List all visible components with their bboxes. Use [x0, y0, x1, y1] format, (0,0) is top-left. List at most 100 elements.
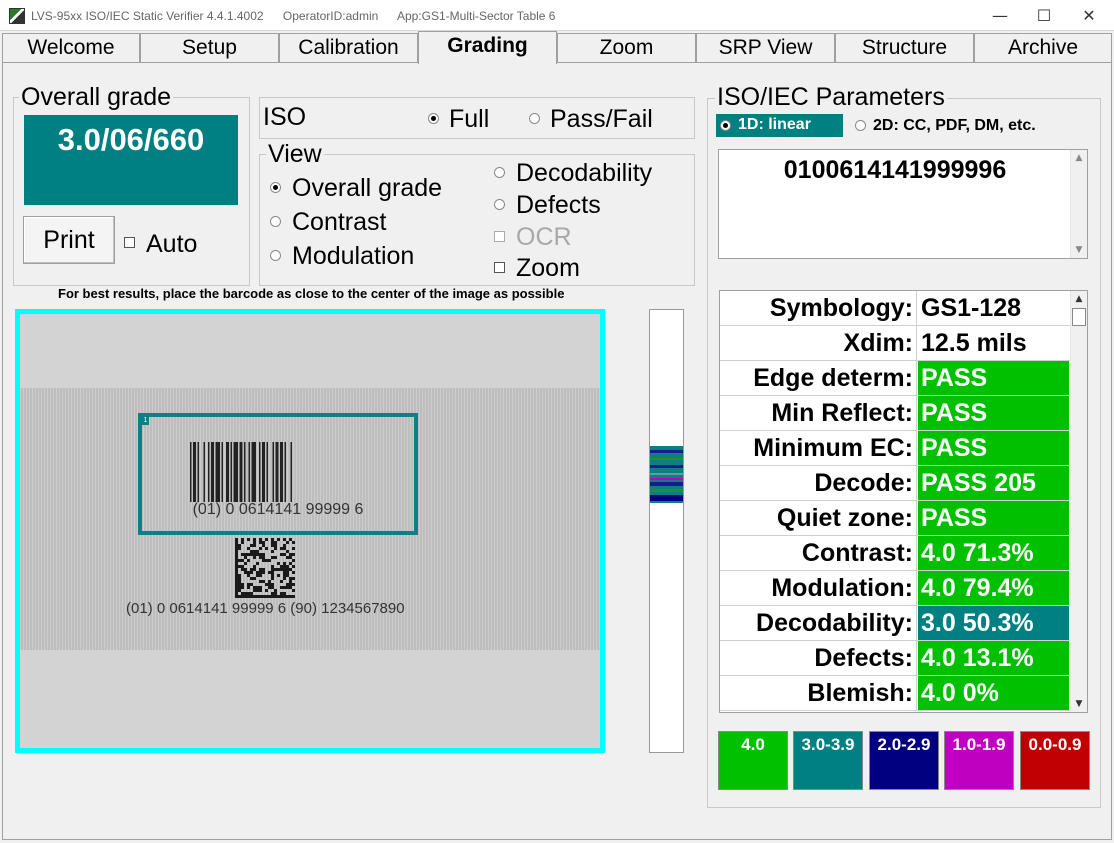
- view-decodability-label[interactable]: Decodability: [516, 159, 652, 187]
- datamatrix-barcode: [235, 538, 295, 598]
- parameter-name: Minimum EC:: [720, 431, 917, 466]
- parameter-row: Decodability: 3.0 50.3%: [720, 606, 1070, 641]
- close-button[interactable]: ✕: [1066, 0, 1112, 31]
- parameter-name: Decodability:: [720, 606, 917, 641]
- parameter-value: 4.0 13.1%: [918, 641, 1069, 675]
- view-contrast-label[interactable]: Contrast: [292, 208, 386, 236]
- parameter-value: PASS: [918, 396, 1069, 430]
- parameter-row: Defects: 4.0 13.1%: [720, 641, 1070, 676]
- parameter-value: 3.0 50.3%: [918, 606, 1069, 640]
- barcode-1-hri: (01) 0 0614141 99999 6: [192, 501, 364, 518]
- parameter-row: Blemish: 4.0 0%: [720, 676, 1070, 711]
- mode-1d-radio[interactable]: [720, 120, 731, 131]
- tab-setup[interactable]: Setup: [140, 33, 279, 62]
- view-decodability-radio[interactable]: [494, 167, 505, 178]
- mode-1d-label[interactable]: 1D: linear: [738, 116, 811, 134]
- view-defects-label[interactable]: Defects: [516, 191, 601, 219]
- view-zoom-checkbox[interactable]: [494, 262, 505, 273]
- parameter-row: Xdim: 12.5 mils: [720, 326, 1070, 361]
- overall-grade-label: Overall grade: [19, 83, 174, 111]
- overall-grade-value: 3.0/06/660: [24, 115, 238, 205]
- iso-passfail-label[interactable]: Pass/Fail: [550, 105, 653, 133]
- iso-full-label[interactable]: Full: [449, 105, 489, 133]
- table-scroll-up-icon[interactable]: ▲: [1071, 291, 1087, 307]
- iso-passfail-radio[interactable]: [529, 113, 540, 124]
- parameter-value: 4.0 0%: [918, 676, 1069, 710]
- parameter-name: Quiet zone:: [720, 501, 917, 536]
- barcode-image-view[interactable]: 1 (01) 0 0614141 99999 6 (01) 0 0614141 …: [15, 309, 605, 753]
- tab-structure[interactable]: Structure: [835, 33, 974, 62]
- parameter-name: Blemish:: [720, 676, 917, 711]
- parameter-row: Min Reflect: PASS: [720, 396, 1070, 431]
- parameter-row: Contrast: 4.0 71.3%: [720, 536, 1070, 571]
- title-bar: LVS-95xx ISO/IEC Static Verifier 4.4.1.4…: [0, 0, 1114, 31]
- view-modulation-label[interactable]: Modulation: [292, 242, 414, 270]
- auto-checkbox[interactable]: [124, 237, 135, 248]
- view-overall-radio[interactable]: [270, 182, 281, 193]
- scan-profile-strip: [649, 309, 684, 753]
- parameter-name: Decode:: [720, 466, 917, 501]
- mode-2d-label[interactable]: 2D: CC, PDF, DM, etc.: [873, 117, 1036, 135]
- tab-welcome[interactable]: Welcome: [2, 33, 140, 62]
- iso-label: ISO: [263, 103, 307, 131]
- tab-archive[interactable]: Archive: [974, 33, 1112, 62]
- print-button[interactable]: Print: [23, 216, 115, 264]
- tab-calibration[interactable]: Calibration: [279, 33, 418, 62]
- parameter-row: Quiet zone: PASS: [720, 501, 1070, 536]
- placement-hint: For best results, place the barcode as c…: [58, 286, 565, 301]
- iso-full-radio[interactable]: [428, 113, 439, 124]
- view-modulation-radio[interactable]: [270, 250, 281, 261]
- view-contrast-radio[interactable]: [270, 216, 281, 227]
- parameter-value: 4.0 79.4%: [918, 571, 1069, 605]
- parameter-row: Decode: PASS 205: [720, 466, 1070, 501]
- parameter-value: 12.5 mils: [918, 326, 1069, 360]
- window-title-table: App:GS1-Multi-Sector Table 6: [396, 9, 556, 23]
- scroll-down-icon[interactable]: ▼: [1071, 242, 1087, 258]
- window-title: LVS-95xx ISO/IEC Static Verifier 4.4.1.4…: [31, 9, 571, 23]
- parameter-value: PASS: [918, 501, 1069, 535]
- legend-grade-1: 1.0-1.9: [944, 731, 1014, 790]
- iso-parameters-label: ISO/IEC Parameters: [715, 83, 947, 111]
- tab-bar: Welcome Setup Calibration Grading Zoom S…: [0, 31, 1114, 64]
- parameter-name: Edge determ:: [720, 361, 917, 396]
- decoded-scrollbar[interactable]: ▲ ▼: [1070, 150, 1087, 258]
- parameter-name: Min Reflect:: [720, 396, 917, 431]
- scroll-thumb[interactable]: [1072, 308, 1086, 326]
- table-scroll-down-icon[interactable]: ▼: [1071, 696, 1087, 712]
- parameter-value: 4.0 71.3%: [918, 536, 1069, 570]
- legend-grade-2: 2.0-2.9: [869, 731, 939, 790]
- tab-zoom[interactable]: Zoom: [557, 33, 696, 62]
- parameter-value: GS1-128: [918, 291, 1069, 325]
- scan-profile-lines: [650, 446, 683, 503]
- tab-srp-view[interactable]: SRP View: [696, 33, 835, 62]
- view-label: View: [266, 140, 324, 168]
- minimize-button[interactable]: —: [977, 0, 1023, 31]
- view-ocr-checkbox: [494, 231, 505, 242]
- parameter-name: Symbology:: [720, 291, 917, 326]
- legend-grade-4: 4.0: [718, 731, 788, 790]
- parameter-name: Xdim:: [720, 326, 917, 361]
- view-defects-radio[interactable]: [494, 199, 505, 210]
- decoded-data-box[interactable]: 0100614141999996 ▲ ▼: [718, 149, 1088, 259]
- parameter-name: Defects:: [720, 641, 917, 676]
- view-zoom-label[interactable]: Zoom: [516, 254, 580, 282]
- legend-grade-0: 0.0-0.9: [1020, 731, 1090, 790]
- parameter-name: Modulation:: [720, 571, 917, 606]
- region-of-interest[interactable]: 1 (01) 0 0614141 99999 6: [138, 413, 418, 535]
- tab-grading[interactable]: Grading: [418, 31, 557, 64]
- parameter-value: PASS: [918, 431, 1069, 465]
- scroll-up-icon[interactable]: ▲: [1071, 150, 1087, 166]
- parameter-row: Symbology: GS1-128: [720, 291, 1070, 326]
- parameter-row: Edge determ: PASS: [720, 361, 1070, 396]
- view-overall-label[interactable]: Overall grade: [292, 174, 442, 202]
- parameter-name: Contrast:: [720, 536, 917, 571]
- mode-2d-radio[interactable]: [855, 120, 866, 131]
- decoded-data: 0100614141999996: [783, 156, 1007, 184]
- linear-barcode: [190, 442, 292, 502]
- parameter-scrollbar[interactable]: ▲ ▼: [1070, 291, 1087, 712]
- parameter-row: Modulation: 4.0 79.4%: [720, 571, 1070, 606]
- auto-label: Auto: [146, 230, 198, 258]
- app-icon: [9, 8, 25, 24]
- maximize-button[interactable]: ☐: [1021, 0, 1067, 31]
- parameter-value: PASS: [918, 361, 1069, 395]
